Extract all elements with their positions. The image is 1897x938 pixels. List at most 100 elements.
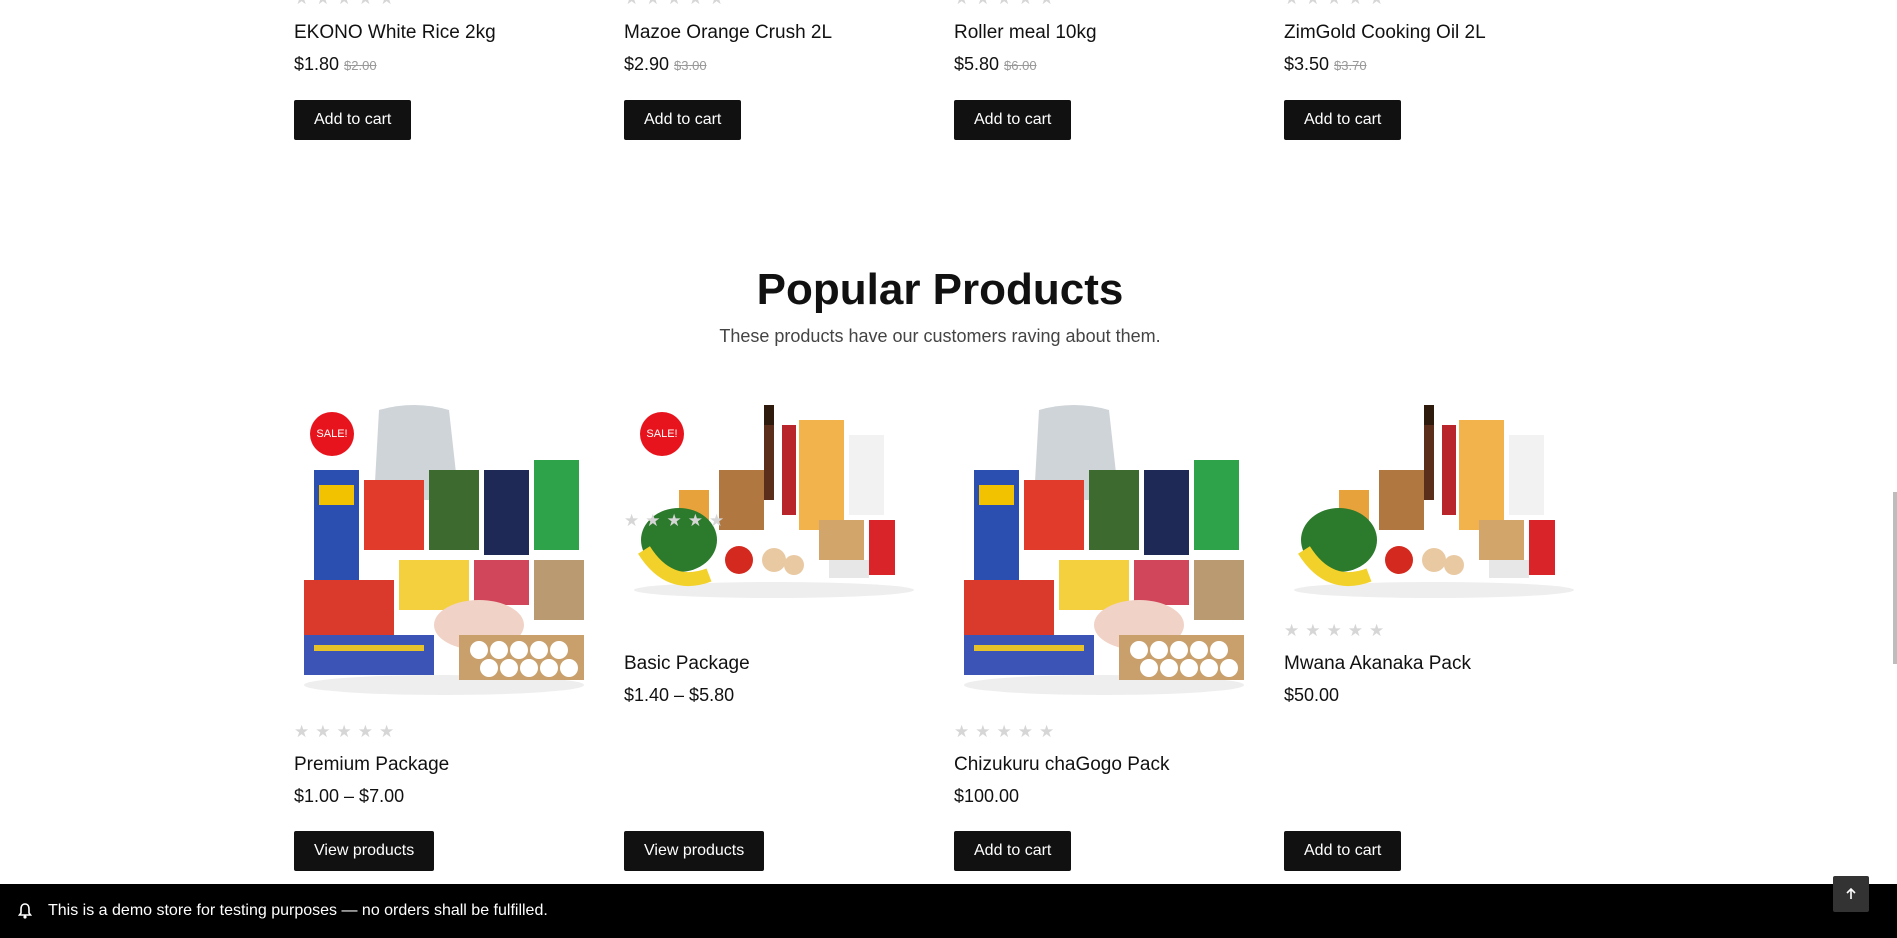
- star-icon: ★: [1284, 621, 1300, 640]
- product-title[interactable]: Mwana Akanaka Pack: [1284, 653, 1471, 675]
- star-icon: ★: [358, 0, 373, 7]
- star-icon: ★: [667, 0, 682, 7]
- bell-icon: [18, 903, 32, 919]
- popular-products-header: Popular Products These products have our…: [0, 264, 1880, 347]
- star-icon: ★: [1348, 0, 1363, 7]
- star-icon: ★: [357, 722, 373, 741]
- current-price: $5.80: [954, 54, 1000, 74]
- star-icon: ★: [1017, 722, 1033, 741]
- section-title: Popular Products: [756, 265, 1124, 314]
- product-card: ★ ★ ★ ★ ★ Chizukuru chaGogo Pack $100.00 Add…: [954, 400, 1254, 880]
- popular-products-grid: SALE! ★ ★ ★ ★ ★ Premium Package $1.00 – …: [294, 400, 1614, 880]
- product-title[interactable]: Chizukuru chaGogo Pack: [954, 754, 1169, 776]
- rating-stars: ★ ★ ★ ★ ★: [1284, 0, 1384, 7]
- rating-stars: ★ ★ ★ ★ ★: [954, 723, 1054, 740]
- star-icon: ★: [1018, 0, 1033, 7]
- product-title[interactable]: Mazoe Orange Crush 2L: [624, 22, 832, 44]
- star-icon: ★: [666, 511, 682, 530]
- star-icon: ★: [315, 0, 330, 7]
- star-icon: ★: [687, 511, 703, 530]
- star-icon: ★: [379, 0, 394, 7]
- product-price: $50.00: [1284, 685, 1340, 705]
- star-icon: ★: [975, 722, 991, 741]
- add-to-cart-button[interactable]: Add to cart: [1284, 831, 1402, 871]
- current-price: $2.90: [624, 54, 670, 74]
- add-to-cart-button[interactable]: Add to cart: [624, 100, 742, 140]
- star-icon: ★: [997, 0, 1012, 7]
- star-icon: ★: [954, 0, 969, 7]
- product-title[interactable]: Basic Package: [624, 653, 750, 675]
- star-icon: ★: [1039, 722, 1055, 741]
- star-icon: ★: [336, 722, 352, 741]
- rating-stars: ★ ★ ★ ★ ★: [1284, 622, 1384, 639]
- star-icon: ★: [624, 0, 639, 7]
- star-icon: ★: [645, 511, 661, 530]
- product-price: $100.00: [954, 786, 1020, 806]
- demo-store-notice: This is a demo store for testing purpose…: [0, 884, 1897, 938]
- product-card: SALE! ★ ★ ★ ★ ★ Premium Package $1.00 – …: [294, 400, 594, 880]
- product-price: $1.00 – $7.00: [294, 786, 405, 806]
- rating-stars: ★ ★ ★ ★ ★: [624, 512, 724, 529]
- rating-stars: ★ ★ ★ ★ ★: [624, 0, 724, 7]
- product-card: ★ ★ ★ ★ ★ EKONO White Rice 2kg $1.80 $2.00 Ad…: [294, 0, 624, 150]
- old-price: $3.70: [1334, 58, 1367, 73]
- product-card: ★★★★★ ZimGold Cooking Oil 2L $3.50$3.70 …: [1284, 0, 1614, 150]
- product-title[interactable]: Roller meal 10kg: [954, 22, 1097, 44]
- product-card: SALE! ★ ★ ★ ★ ★ Basic Package $1.40 – $5.80 …: [624, 400, 924, 880]
- product-title[interactable]: EKONO White Rice 2kg: [294, 22, 496, 44]
- product-card: ★ ★ ★ ★ ★ Roller meal 10kg $5.80 $6.00 Add to…: [954, 0, 1284, 150]
- product-price: $5.80 $6.00: [954, 54, 1037, 75]
- star-icon: ★: [1039, 0, 1054, 7]
- product-price: $1.40 – $5.80: [624, 685, 735, 705]
- star-icon: ★: [1326, 621, 1342, 640]
- star-icon: ★: [1305, 621, 1321, 640]
- add-to-cart-button[interactable]: Add to cart: [1284, 100, 1402, 140]
- current-price: $1.80: [294, 54, 340, 74]
- star-icon: ★: [645, 0, 660, 7]
- grocery-basket-small-image[interactable]: [1284, 400, 1584, 600]
- old-price: $6.00: [1004, 58, 1037, 73]
- grocery-bundle-large-image[interactable]: [954, 400, 1254, 700]
- star-icon: ★: [379, 722, 395, 741]
- product-price: $1.80 $2.00: [294, 54, 377, 75]
- star-icon: ★: [1347, 621, 1363, 640]
- sale-badge: SALE!: [310, 412, 354, 456]
- view-products-button[interactable]: View products: [624, 831, 765, 871]
- star-icon: ★: [1284, 0, 1299, 7]
- product-card: ★ ★ ★ ★ ★ Mazoe Orange Crush 2L $2.90 $3.00 A…: [624, 0, 954, 150]
- rating-stars: ★ ★ ★ ★ ★: [954, 0, 1054, 7]
- star-icon: ★: [709, 511, 725, 530]
- view-products-button[interactable]: View products: [294, 831, 435, 871]
- back-to-top-button[interactable]: [1833, 876, 1869, 912]
- scrollbar-thumb[interactable]: [1893, 492, 1897, 664]
- star-icon: ★: [996, 722, 1012, 741]
- rating-stars: ★ ★ ★ ★ ★: [294, 0, 394, 7]
- star-icon: ★: [1369, 0, 1384, 7]
- star-icon: ★: [1305, 0, 1320, 7]
- star-icon: ★: [688, 0, 703, 7]
- star-icon: ★: [624, 511, 640, 530]
- product-card: ★ ★ ★ ★ ★ Mwana Akanaka Pack $50.00 Add to c…: [1284, 400, 1584, 880]
- add-to-cart-button[interactable]: Add to cart: [954, 831, 1072, 871]
- sale-badge: SALE!: [640, 412, 684, 456]
- current-price: $3.50: [1284, 54, 1330, 74]
- star-icon: ★: [294, 0, 309, 7]
- add-to-cart-button[interactable]: Add to cart: [294, 100, 412, 140]
- rating-stars: ★ ★ ★ ★ ★: [294, 723, 394, 740]
- product-price: $3.50 $3.70: [1284, 54, 1367, 75]
- star-icon: ★: [337, 0, 352, 7]
- product-price: $2.90 $3.00: [624, 54, 707, 75]
- section-subtitle: These products have our customers raving…: [719, 326, 1161, 346]
- star-icon: ★: [1327, 0, 1342, 7]
- star-icon: ★: [975, 0, 990, 7]
- star-icon: ★: [709, 0, 724, 7]
- old-price: $2.00: [344, 58, 377, 73]
- old-price: $3.00: [674, 58, 707, 73]
- top-products-row: ★ ★ ★ ★ ★ EKONO White Rice 2kg $1.80 $2.00 Ad…: [294, 0, 1614, 150]
- product-title[interactable]: ZimGold Cooking Oil 2L: [1284, 22, 1486, 44]
- star-icon: ★: [315, 722, 331, 741]
- product-title[interactable]: Premium Package: [294, 754, 449, 776]
- add-to-cart-button[interactable]: Add to cart: [954, 100, 1072, 140]
- notice-text: This is a demo store for testing purpose…: [48, 902, 548, 919]
- star-icon: ★: [954, 722, 970, 741]
